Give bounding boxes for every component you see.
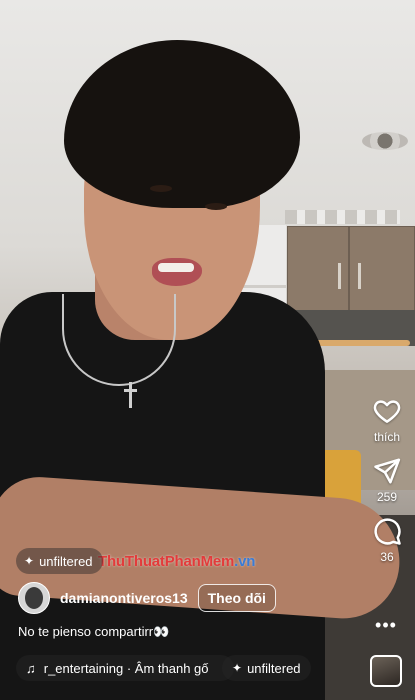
kitchen-cabinet-left — [287, 226, 349, 314]
cross-pendant-icon — [124, 382, 137, 408]
watermark-logo: ThuThuatPhanMem.vn — [98, 553, 255, 570]
comment-button[interactable]: 36 — [372, 516, 402, 564]
audio-label: r_entertaining · Âm thanh gố — [43, 660, 209, 676]
sparkle-icon: ✦ — [24, 554, 35, 568]
avatar[interactable] — [18, 582, 50, 614]
topic-tag-label: unfiltered — [39, 553, 93, 569]
watermark-part-1: ThuThuat — [98, 553, 165, 570]
like-button[interactable]: thích — [372, 396, 402, 444]
topic-tag-bottom-label: unfiltered — [247, 660, 301, 676]
like-label: thích — [373, 430, 400, 444]
share-button[interactable]: 259 — [372, 456, 402, 504]
send-icon — [374, 458, 401, 484]
comment-count: 36 — [380, 550, 394, 564]
follow-button[interactable]: Theo dõi — [197, 584, 276, 612]
more-horizontal-icon[interactable]: ••• — [372, 615, 400, 635]
username[interactable]: damianontiveros13 — [60, 590, 188, 606]
watermark-part-2: PhanMem — [164, 553, 235, 570]
audio-pill[interactable]: ♫ r_entertaining · Âm thanh gố — [16, 655, 234, 681]
person-teeth — [158, 263, 194, 272]
person-eye-left — [150, 185, 172, 192]
share-count: 259 — [376, 490, 398, 504]
ceiling-light — [362, 132, 408, 150]
sparkle-icon: ✦ — [232, 661, 243, 675]
author-row: damianontiveros13 Theo dõi — [18, 582, 276, 614]
kitchen-cabinet-right — [349, 226, 415, 314]
person-hair — [64, 40, 300, 208]
audio-thumbnail[interactable] — [370, 655, 402, 687]
person-eye-right — [205, 203, 227, 210]
music-note-icon: ♫ — [26, 660, 36, 676]
background-jars — [285, 210, 400, 224]
topic-tag-bottom[interactable]: ✦ unfiltered — [222, 655, 311, 681]
heart-icon — [373, 400, 401, 423]
post-caption[interactable]: No te pienso compartirr👀 — [18, 624, 169, 640]
reel-viewer[interactable]: ThuThuatPhanMem.vn thích 259 36 ••• ✦ un… — [0, 0, 415, 700]
comment-bubble-icon — [374, 518, 401, 545]
watermark-part-3: .vn — [234, 553, 256, 570]
action-column: thích 259 36 — [359, 396, 415, 576]
topic-tag-top[interactable]: ✦ unfiltered — [16, 548, 103, 574]
